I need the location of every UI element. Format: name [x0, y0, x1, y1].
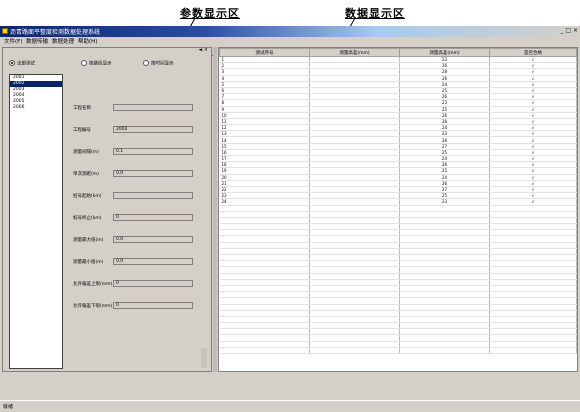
field-label-end: 桩号终止(km) [73, 216, 102, 221]
table-header-row: 测试序号 测量高差(mm) 测量高差(mm) 是否合格 [219, 48, 577, 57]
menu-process[interactable]: 数据处理 [52, 37, 74, 45]
lower-field[interactable]: 0 [113, 302, 193, 309]
project-no-field[interactable]: 2002 [113, 126, 193, 133]
distance-field[interactable]: 0.0 [113, 170, 193, 177]
table-body: 1 23 √ 2 26 √ 3 28 √ 4 26 √ 5 24 √ 6 25 √ 7 26 √ 8 23 √ 9 25 √ 10 26… [219, 56, 577, 355]
status-bar: 就绪 [0, 400, 580, 412]
radio-by-section[interactable]: 按路段显示 [81, 60, 112, 67]
project-name-field[interactable] [113, 104, 193, 111]
radio-all-dot [9, 60, 15, 66]
radio-all-label: 全部测试 [17, 61, 35, 67]
window-controls[interactable]: _ □ × [560, 27, 578, 34]
radio-by-time-label: 按时间显示 [151, 61, 174, 67]
menu-transfer[interactable]: 数据传输 [26, 37, 48, 45]
table-cell [399, 347, 490, 355]
radio-by-time-dot [143, 60, 149, 66]
field-label-project-name: 工程名称 [73, 106, 91, 111]
field-label-upper: 允许偏差上限(mm) [73, 282, 113, 287]
interval-field[interactable]: 0.1 [113, 148, 193, 155]
radio-by-section-label: 按路段显示 [89, 61, 112, 67]
field-label-max: 测量最大值(m) [73, 238, 104, 243]
field-label-min: 测量最小值(m) [73, 260, 104, 265]
panel-scrollbar[interactable] [201, 348, 207, 368]
start-field[interactable] [113, 192, 193, 199]
table-cell [309, 347, 400, 355]
parameter-panel: ◄ × 全部测试 按路段显示 按时间显示 2001 2002 2003 2004… [2, 47, 212, 372]
menu-help[interactable]: 帮助(H) [78, 37, 97, 45]
field-label-lower: 允许偏差下限(mm) [73, 304, 113, 309]
panel-splitter[interactable] [213, 47, 217, 372]
max-field[interactable]: 0.0 [113, 236, 193, 243]
project-list[interactable]: 2001 2002 2003 2004 2005 2006 [9, 74, 63, 369]
col-header-height-a[interactable]: 测量高差(mm) [309, 48, 400, 57]
radio-all[interactable]: 全部测试 [9, 60, 35, 67]
col-header-pass[interactable]: 是否合格 [489, 48, 577, 57]
radio-by-time[interactable]: 按时间显示 [143, 60, 174, 67]
field-label-start: 桩号起始(km) [73, 194, 102, 199]
field-label-project-no: 工程编号 [73, 128, 91, 133]
menu-file[interactable]: 文件(F) [4, 37, 22, 45]
title-bar: 沥青路面平整度检测数据处理系统 _ □ × [0, 26, 580, 37]
field-label-distance: 单次测距(m) [73, 172, 99, 177]
col-header-index[interactable]: 测试序号 [219, 48, 310, 57]
table-row-empty[interactable] [219, 347, 577, 355]
table-cell [489, 347, 577, 355]
upper-field[interactable]: 0 [113, 280, 193, 287]
panel-close-button[interactable]: ◄ × [198, 47, 208, 53]
app-icon [2, 28, 8, 34]
end-field[interactable]: 0 [113, 214, 193, 221]
window-title: 沥青路面平整度检测数据处理系统 [10, 29, 101, 36]
radio-by-section-dot [81, 60, 87, 66]
table-cell [219, 347, 310, 355]
field-label-interval: 测量间隔(m) [73, 150, 99, 155]
col-header-height-b[interactable]: 测量高差(mm) [399, 48, 490, 57]
menu-bar: 文件(F) 数据传输 数据处理 帮助(H) [0, 37, 580, 45]
status-text: 就绪 [3, 404, 14, 410]
data-grid[interactable]: 测试序号 测量高差(mm) 测量高差(mm) 是否合格 1 23 √ 2 26 √ 3 28 √… [218, 47, 578, 372]
min-field[interactable]: 0.0 [113, 258, 193, 265]
data-table: 测试序号 测量高差(mm) 测量高差(mm) 是否合格 1 23 √ 2 26 √ 3 28 √… [219, 48, 577, 355]
list-item[interactable]: 2006 [10, 105, 62, 111]
